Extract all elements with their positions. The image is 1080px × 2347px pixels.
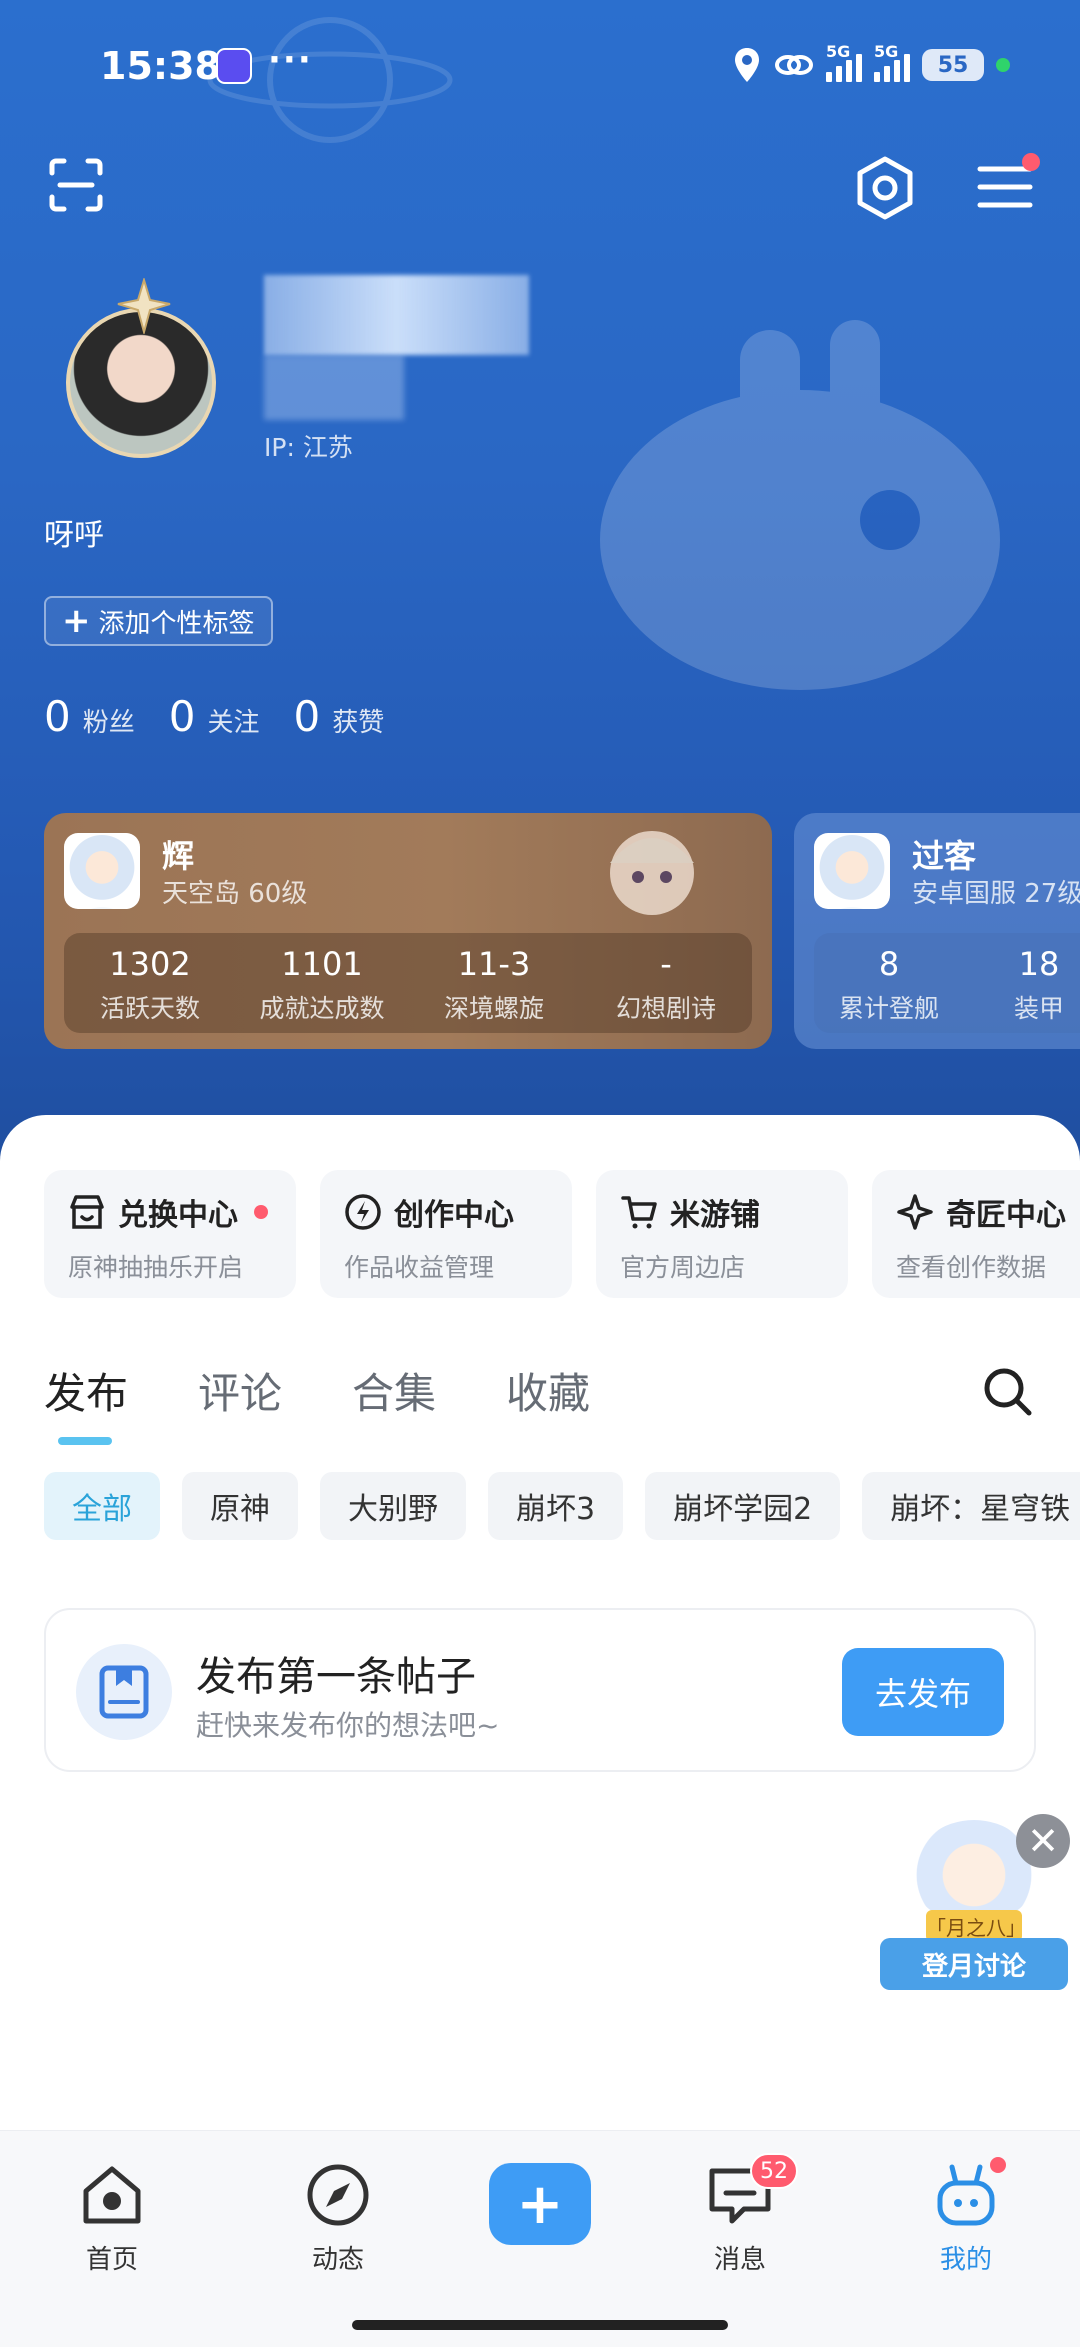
shortcut-row: 兑换中心 原神抽抽乐开启 创作中心 作品收益管理 米游铺 官方周边店 奇匠中心 … bbox=[44, 1170, 1080, 1298]
bottom-navigation: 首页 动态 + 52 消息 我的 bbox=[0, 2130, 1080, 2347]
signal-icon: 5G bbox=[826, 42, 862, 82]
shortcut-creator-center[interactable]: 创作中心 作品收益管理 bbox=[320, 1170, 572, 1298]
add-tag-button[interactable]: + 添加个性标签 bbox=[44, 596, 273, 646]
empty-post-card: 发布第一条帖子 赶快来发布你的想法吧~ 去发布 bbox=[44, 1608, 1036, 1772]
menu-button[interactable] bbox=[976, 153, 1040, 215]
game-card-genshin[interactable]: 辉 天空岛 60级 1302 活跃天数 1101 成就达成数 11-3 深境螺旋 -幻… bbox=[44, 813, 772, 1049]
link-icon bbox=[775, 55, 813, 75]
avatar-frame-decoration bbox=[117, 278, 171, 334]
status-time: 15:38 bbox=[100, 44, 221, 88]
home-icon bbox=[83, 2166, 141, 2224]
location-icon bbox=[735, 48, 759, 82]
profile-stats: 0 粉丝 0 关注 0 获赞 bbox=[44, 692, 384, 741]
shortcut-artisan-center[interactable]: 奇匠中心 查看创作数据 bbox=[872, 1170, 1080, 1298]
game-stat: 11-3 深境螺旋 bbox=[443, 945, 544, 1023]
tab-comments[interactable]: 评论 bbox=[198, 1360, 282, 1421]
compass-icon bbox=[307, 2164, 369, 2226]
game-stat: 1101 成就达成数 bbox=[259, 945, 385, 1023]
nav-profile[interactable]: 我的 bbox=[896, 2157, 1036, 2276]
exchange-notification-dot bbox=[254, 1205, 268, 1219]
shortcut-exchange-center[interactable]: 兑换中心 原神抽抽乐开启 bbox=[44, 1170, 296, 1298]
game-stat: 8 累计登舰 bbox=[838, 945, 939, 1023]
post-icon-wrap bbox=[76, 1644, 172, 1740]
user-id-redacted bbox=[264, 355, 404, 420]
filter-honkai3[interactable]: 崩坏3 bbox=[488, 1472, 624, 1540]
game-stat: 1302 活跃天数 bbox=[99, 945, 200, 1023]
close-icon[interactable]: ✕ bbox=[1016, 1814, 1070, 1868]
nav-home[interactable]: 首页 bbox=[42, 2159, 182, 2276]
filter-chips: 全部 原神 大别野 崩坏3 崩坏学园2 崩坏：星穹铁 bbox=[44, 1472, 1080, 1540]
shortcut-miyou-shop[interactable]: 米游铺 官方周边店 bbox=[596, 1170, 848, 1298]
filter-honkai-gakuen2[interactable]: 崩坏学园2 bbox=[645, 1472, 841, 1540]
nav-messages[interactable]: 52 消息 bbox=[670, 2153, 810, 2276]
tab-favorites[interactable]: 收藏 bbox=[506, 1360, 590, 1421]
ip-location: IP: 江苏 bbox=[264, 433, 353, 462]
cart-icon bbox=[621, 1196, 657, 1229]
user-bio: 呀呼 bbox=[44, 518, 104, 553]
create-post-button[interactable]: + bbox=[489, 2163, 591, 2245]
store-icon bbox=[70, 1195, 104, 1229]
filter-genshin[interactable]: 原神 bbox=[182, 1472, 298, 1540]
following-stat[interactable]: 0 关注 bbox=[169, 692, 260, 741]
game-icon bbox=[814, 833, 890, 909]
add-tag-label: 添加个性标签 bbox=[98, 608, 255, 639]
likes-stat[interactable]: 0 获赞 bbox=[294, 692, 385, 741]
home-indicator[interactable] bbox=[352, 2320, 728, 2330]
followers-stat[interactable]: 0 粉丝 bbox=[44, 692, 135, 741]
empty-post-subtitle: 赶快来发布你的想法吧~ bbox=[196, 1709, 500, 1742]
avatar-button[interactable] bbox=[62, 278, 222, 458]
floating-event-banner[interactable]: 「月之八」 登月讨论 ✕ bbox=[874, 1800, 1074, 2000]
event-banner-label: 登月讨论 bbox=[880, 1938, 1068, 1990]
character-illustration bbox=[610, 831, 694, 915]
game-character-name: 辉 bbox=[162, 837, 195, 875]
lightning-icon bbox=[345, 1194, 381, 1230]
signal-icon-2: 5G bbox=[874, 42, 910, 82]
privacy-indicator bbox=[996, 58, 1010, 72]
search-icon[interactable] bbox=[982, 1366, 1034, 1418]
empty-post-title: 发布第一条帖子 bbox=[196, 1654, 476, 1700]
username-redacted bbox=[264, 275, 529, 355]
document-icon bbox=[99, 1665, 149, 1719]
sparkle-icon bbox=[897, 1194, 933, 1230]
nav-feed[interactable]: 动态 bbox=[268, 2159, 408, 2276]
game-server-level: 天空岛 60级 bbox=[162, 879, 308, 909]
more-notifications-icon: ··· bbox=[268, 40, 313, 80]
content-tabs: 发布 评论 合集 收藏 bbox=[44, 1360, 590, 1445]
app-notification-icon bbox=[216, 48, 252, 84]
active-tab-indicator bbox=[58, 1437, 112, 1445]
go-publish-button[interactable]: 去发布 bbox=[842, 1648, 1004, 1736]
filter-star-rail[interactable]: 崩坏：星穹铁 bbox=[862, 1472, 1080, 1540]
top-toolbar bbox=[0, 153, 1080, 225]
tab-collections[interactable]: 合集 bbox=[352, 1360, 436, 1421]
game-stats: 8 累计登舰 18 装甲 bbox=[814, 933, 1080, 1033]
game-stat: 18 装甲 bbox=[1013, 945, 1064, 1023]
filter-villa[interactable]: 大别野 bbox=[320, 1472, 466, 1540]
game-icon bbox=[64, 833, 140, 909]
settings-icon[interactable] bbox=[852, 155, 918, 221]
tab-publish[interactable]: 发布 bbox=[44, 1360, 128, 1445]
game-server-level: 安卓国服 27级 bbox=[912, 879, 1080, 909]
menu-notification-dot bbox=[1022, 153, 1040, 171]
profile-notification-dot bbox=[990, 2157, 1006, 2173]
message-badge: 52 bbox=[750, 2153, 798, 2189]
game-stat: - 幻想剧诗 bbox=[615, 945, 716, 1023]
mascot-background-illustration bbox=[600, 320, 1000, 690]
game-stats: 1302 活跃天数 1101 成就达成数 11-3 深境螺旋 - 幻想剧诗 bbox=[64, 933, 752, 1033]
scan-icon[interactable] bbox=[46, 155, 106, 215]
battery-icon: 55 bbox=[922, 49, 984, 81]
status-bar: 15:38 ··· 5G 5G 55 bbox=[0, 40, 1080, 100]
game-card-honkai[interactable]: 过客 安卓国服 27级 8 累计登舰 18 装甲 bbox=[794, 813, 1080, 1049]
plus-icon: + bbox=[62, 601, 91, 641]
game-character-name: 过客 bbox=[912, 837, 977, 875]
filter-all[interactable]: 全部 bbox=[44, 1472, 160, 1540]
